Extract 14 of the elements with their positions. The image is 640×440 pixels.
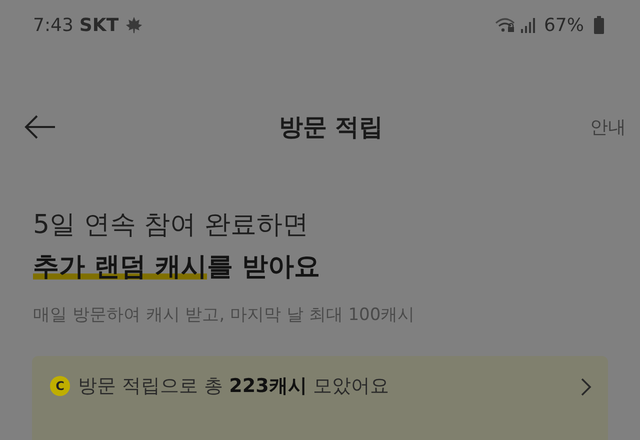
summary-text: 방문 적립으로 총 223캐시 모았어요 — [78, 374, 390, 399]
headline: 5일 연속 참여 완료하면 — [33, 209, 310, 242]
carrier-name: SKT — [79, 14, 119, 36]
status-time: 7:43 — [33, 14, 74, 36]
signal-icon — [520, 17, 538, 33]
back-button[interactable] — [24, 114, 56, 140]
summary-card[interactable]: C 방문 적립으로 총 223캐시 모았어요 — [32, 356, 608, 440]
leaf-icon — [124, 16, 143, 34]
chevron-icon — [580, 377, 592, 397]
page-title: 방문 적립 — [278, 112, 384, 143]
wifi-icon — [494, 17, 516, 33]
battery-percent: 67% — [544, 14, 584, 36]
battery-icon — [594, 16, 604, 34]
coin-icon: C — [50, 376, 70, 396]
